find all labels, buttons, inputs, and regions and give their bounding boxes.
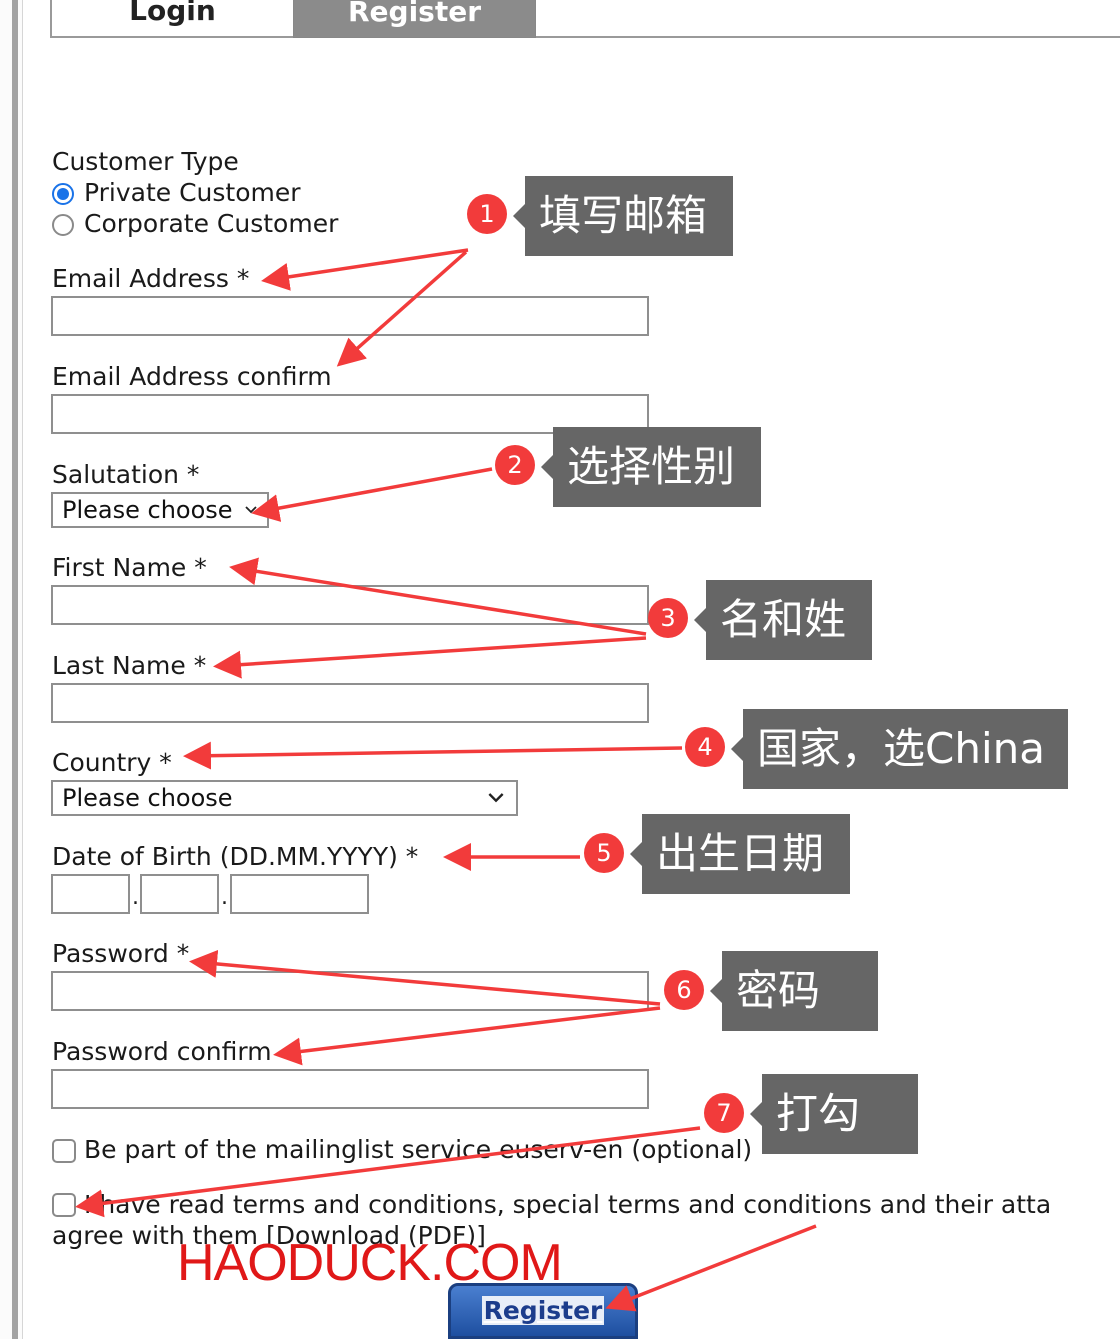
arrow-3a bbox=[229, 557, 647, 636]
arrow-2 bbox=[251, 467, 493, 522]
arrow-6a bbox=[189, 949, 661, 1006]
arrow-4 bbox=[183, 741, 683, 770]
annotation-arrows bbox=[75, 248, 817, 1312]
arrow-1b bbox=[336, 250, 468, 367]
arrow-3b bbox=[213, 636, 647, 679]
arrow-6b bbox=[273, 1006, 661, 1066]
arrow-7a bbox=[75, 1126, 701, 1218]
arrow-7b bbox=[605, 1224, 817, 1312]
